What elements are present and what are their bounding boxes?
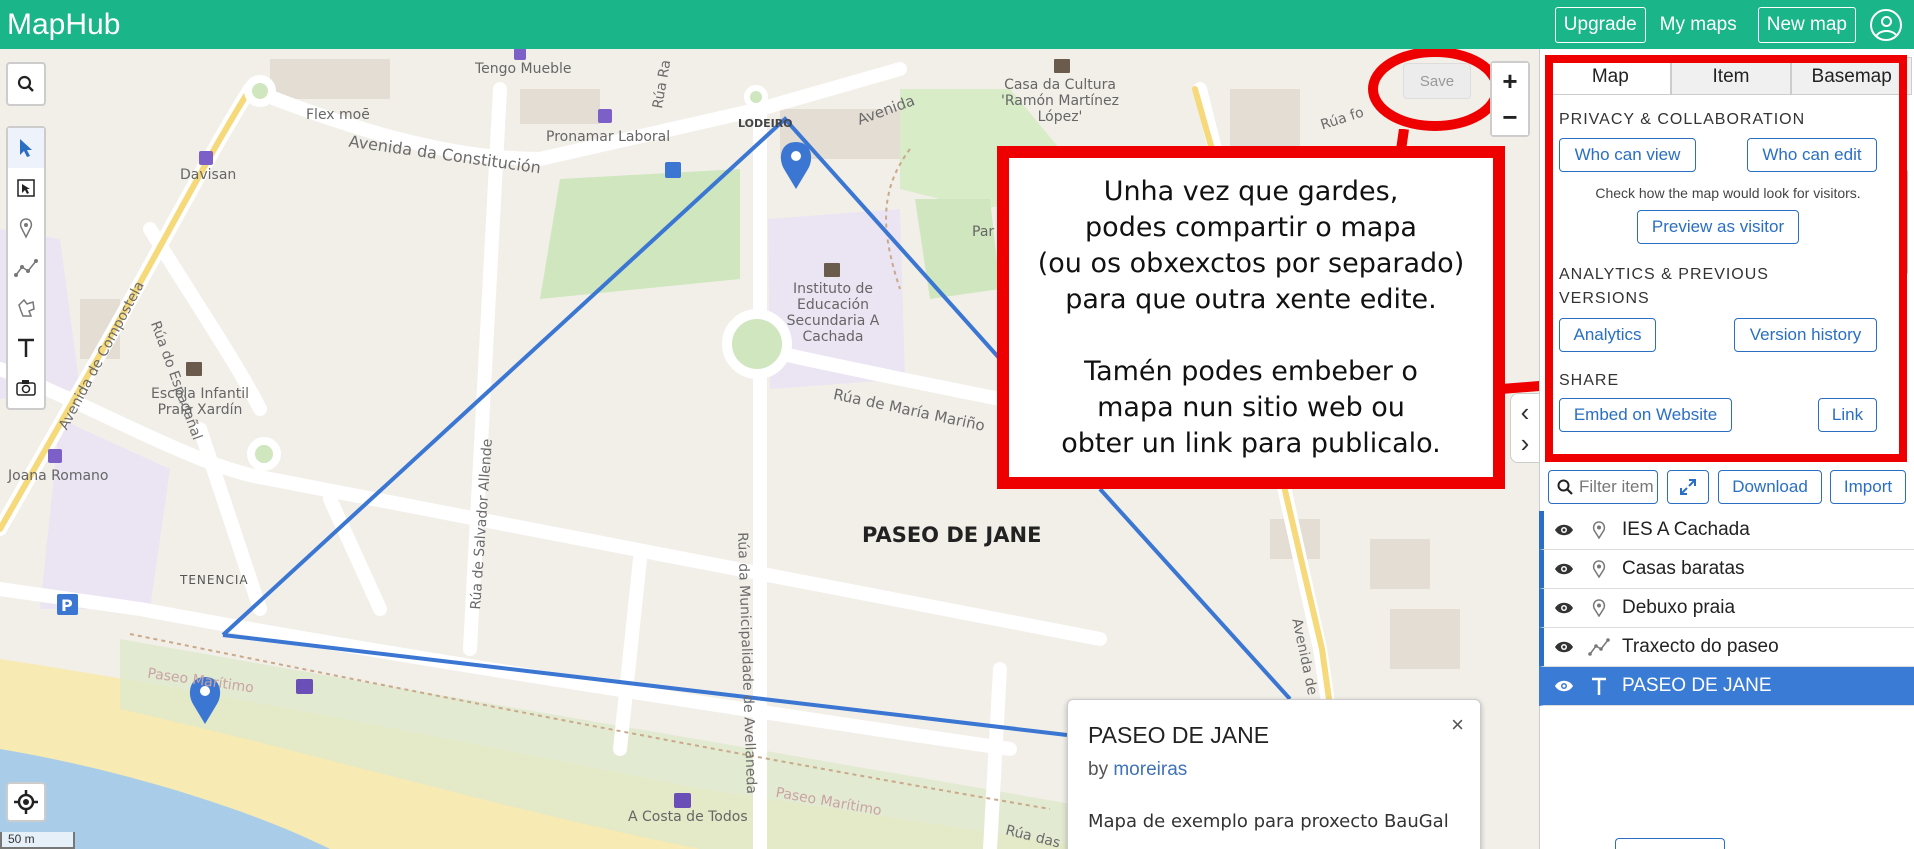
place-label: LODEIRO (738, 117, 793, 130)
popup-author-line: by moreiras (1088, 759, 1460, 781)
eye-icon[interactable] (1554, 523, 1574, 537)
place-label: Davisan (180, 167, 237, 183)
place-label: Joana Romano (8, 468, 109, 484)
locate-button[interactable] (6, 782, 46, 822)
place-label: A Costa de Todos (628, 809, 748, 825)
my-maps-link[interactable]: My maps (1660, 14, 1737, 36)
tutorial-callout: Unha vez que gardes, podes compartir o m… (997, 146, 1505, 489)
marker-icon (1588, 598, 1610, 618)
callout-text: mapa nun sitio web ou (1097, 391, 1405, 423)
place-label: Flex moē (306, 107, 370, 123)
close-icon[interactable]: × (1451, 712, 1464, 738)
filter-items-input[interactable] (1579, 477, 1654, 497)
svg-text:P: P (61, 596, 73, 615)
place-label: TENENCIA (180, 573, 249, 587)
zoom-controls: + − (1490, 61, 1530, 137)
list-item-selected[interactable]: PASEO DE JANE (1539, 667, 1914, 706)
zoom-out-button[interactable]: − (1492, 99, 1528, 135)
drawing-toolbar (6, 126, 46, 410)
marker-icon (1588, 520, 1610, 540)
marker-icon (1588, 559, 1610, 579)
top-bar-actions: Upgrade My maps New map (1554, 0, 1914, 49)
select-box-icon[interactable] (8, 168, 44, 208)
zoom-in-button[interactable]: + (1492, 63, 1528, 99)
map-panel-highlight (1545, 55, 1907, 462)
map-text-label[interactable]: PASEO DE JANE (862, 523, 1041, 547)
eye-icon[interactable] (1554, 562, 1574, 576)
callout-text: obter un link para publicalo. (1061, 427, 1441, 459)
list-item[interactable]: IES A Cachada (1539, 511, 1914, 550)
marker-icon[interactable] (8, 208, 44, 248)
place-label: Tengo Mueble (475, 61, 572, 77)
import-button[interactable]: Import (1830, 470, 1906, 504)
download-button[interactable]: Download (1718, 470, 1822, 504)
place-label: Instituto de Educación Secundaria A Cach… (786, 281, 880, 345)
popup-description: Mapa de exemplo para proxecto BauGal (1088, 811, 1449, 832)
place-label: Casa da Cultura 'Ramón Martínez López' (1000, 77, 1119, 125)
chevron-right-icon: › (1520, 428, 1530, 458)
upgrade-button[interactable]: Upgrade (1554, 6, 1646, 43)
eye-icon[interactable] (1554, 601, 1574, 615)
crosshair-icon (14, 790, 38, 814)
list-item[interactable]: Debuxo praia (1539, 589, 1914, 628)
list-item-label: PASEO DE JANE (1622, 675, 1772, 696)
item-popup: × PASEO DE JANE by moreiras Mapa de exem… (1067, 699, 1481, 849)
search-tool-box (6, 62, 46, 106)
expand-arrows-icon (1680, 479, 1696, 495)
more-button[interactable] (1615, 838, 1725, 849)
new-map-button[interactable]: New map (1757, 6, 1856, 43)
callout-text: Unha vez que gardes, (1103, 175, 1399, 207)
select-arrow-icon[interactable] (8, 128, 44, 168)
polyline-icon (1588, 638, 1610, 656)
popup-by-label: by (1088, 759, 1109, 780)
polyline-icon[interactable] (8, 248, 44, 288)
expand-button[interactable] (1667, 470, 1709, 504)
text-icon[interactable] (8, 328, 44, 368)
list-item-label: Debuxo praia (1622, 597, 1736, 618)
callout-text: podes compartir o mapa (1085, 211, 1417, 243)
item-list: IES A Cachada Casas baratas Debuxo praia… (1539, 511, 1914, 706)
text-icon (1588, 676, 1610, 696)
author-link[interactable]: moreiras (1113, 759, 1187, 780)
list-item[interactable]: Casas baratas (1539, 550, 1914, 589)
scale-bar: 50 m (0, 832, 75, 849)
eye-icon[interactable] (1554, 679, 1574, 693)
callout-text: Tamén podes embeber o (1084, 355, 1418, 387)
callout-text: para que outra xente edite. (1065, 283, 1437, 315)
brand-logo[interactable]: MapHub (0, 8, 120, 42)
place-label: Pronamar Laboral (546, 129, 671, 145)
filter-items-field[interactable] (1548, 470, 1658, 504)
list-item-label: Traxecto do paseo (1622, 636, 1779, 657)
top-bar: MapHub Upgrade My maps New map (0, 0, 1914, 49)
camera-icon[interactable] (8, 368, 44, 408)
search-icon[interactable] (8, 64, 44, 104)
place-label: Escola Infantil Praia Xardín (151, 386, 249, 418)
callout-text: (ou os obxexctos por separado) (1037, 247, 1465, 279)
user-account-icon[interactable] (1870, 8, 1902, 41)
place-label: Par (972, 224, 995, 240)
list-item-label: IES A Cachada (1622, 519, 1750, 540)
popup-title: PASEO DE JANE (1088, 722, 1270, 748)
list-item-label: Casas baratas (1622, 558, 1745, 579)
polygon-icon[interactable] (8, 288, 44, 328)
eye-icon[interactable] (1554, 640, 1574, 654)
list-item[interactable]: Traxecto do paseo (1539, 628, 1914, 667)
search-icon (1557, 479, 1573, 495)
